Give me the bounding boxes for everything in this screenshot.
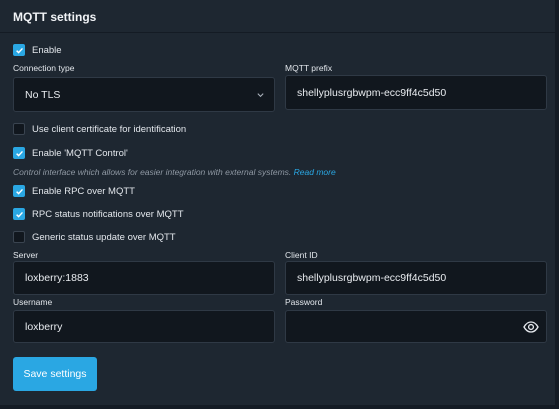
password-input[interactable]	[285, 310, 547, 343]
rpc-status-label: RPC status notifications over MQTT	[32, 208, 184, 220]
connection-type-select[interactable]: No TLS	[13, 77, 275, 112]
check-icon	[15, 150, 23, 157]
connection-type-value: No TLS	[25, 88, 61, 101]
read-more-link[interactable]: Read more	[294, 167, 336, 177]
check-icon	[15, 211, 23, 218]
server-value: loxberry:1883	[25, 272, 89, 284]
rpc-label: Enable RPC over MQTT	[32, 185, 135, 197]
enable-label: Enable	[32, 44, 62, 56]
username-input[interactable]: loxberry	[13, 310, 275, 343]
client-cert-checkbox[interactable]	[13, 123, 25, 135]
enable-checkbox[interactable]	[13, 44, 25, 56]
eye-icon[interactable]	[523, 319, 539, 335]
generic-status-label: Generic status update over MQTT	[32, 231, 176, 243]
server-label: Server	[13, 250, 39, 260]
client-id-label: Client ID	[285, 250, 318, 260]
mqtt-control-label: Enable 'MQTT Control'	[32, 147, 128, 159]
check-icon	[15, 47, 23, 54]
mqtt-prefix-value: shellyplusrgbwpm-ecc9ff4c5d50	[297, 86, 447, 99]
rpc-status-checkbox[interactable]	[13, 208, 25, 220]
mqtt-control-checkbox[interactable]	[13, 147, 25, 159]
rpc-checkbox-row[interactable]: Enable RPC over MQTT	[13, 184, 135, 198]
save-settings-button[interactable]: Save settings	[13, 357, 97, 391]
mqtt-control-hint: Control interface which allows for easie…	[13, 167, 336, 177]
rpc-checkbox[interactable]	[13, 185, 25, 197]
enable-checkbox-row[interactable]: Enable	[13, 43, 62, 57]
username-label: Username	[13, 297, 53, 307]
client-cert-label: Use client certificate for identificatio…	[32, 123, 187, 135]
client-id-value: shellyplusrgbwpm-ecc9ff4c5d50	[297, 272, 447, 284]
mqtt-prefix-input[interactable]: shellyplusrgbwpm-ecc9ff4c5d50	[285, 75, 547, 110]
panel-title: MQTT settings	[13, 10, 97, 24]
username-value: loxberry	[25, 320, 63, 333]
hint-text: Control interface which allows for easie…	[13, 167, 292, 177]
title-divider	[0, 32, 555, 33]
generic-status-checkbox[interactable]	[13, 231, 25, 243]
mqtt-prefix-label: MQTT prefix	[285, 63, 333, 73]
client-id-input[interactable]: shellyplusrgbwpm-ecc9ff4c5d50	[285, 261, 547, 295]
rpc-status-checkbox-row[interactable]: RPC status notifications over MQTT	[13, 207, 184, 221]
check-icon	[15, 188, 23, 195]
server-input[interactable]: loxberry:1883	[13, 261, 275, 295]
mqtt-settings-panel: MQTT settings Enable Connection type No …	[0, 0, 559, 409]
mqtt-control-checkbox-row[interactable]: Enable 'MQTT Control'	[13, 146, 128, 160]
password-label: Password	[285, 297, 323, 307]
generic-status-checkbox-row[interactable]: Generic status update over MQTT	[13, 230, 176, 244]
chevron-down-icon	[257, 92, 264, 97]
client-cert-checkbox-row[interactable]: Use client certificate for identificatio…	[13, 122, 186, 136]
connection-type-label: Connection type	[13, 63, 75, 73]
